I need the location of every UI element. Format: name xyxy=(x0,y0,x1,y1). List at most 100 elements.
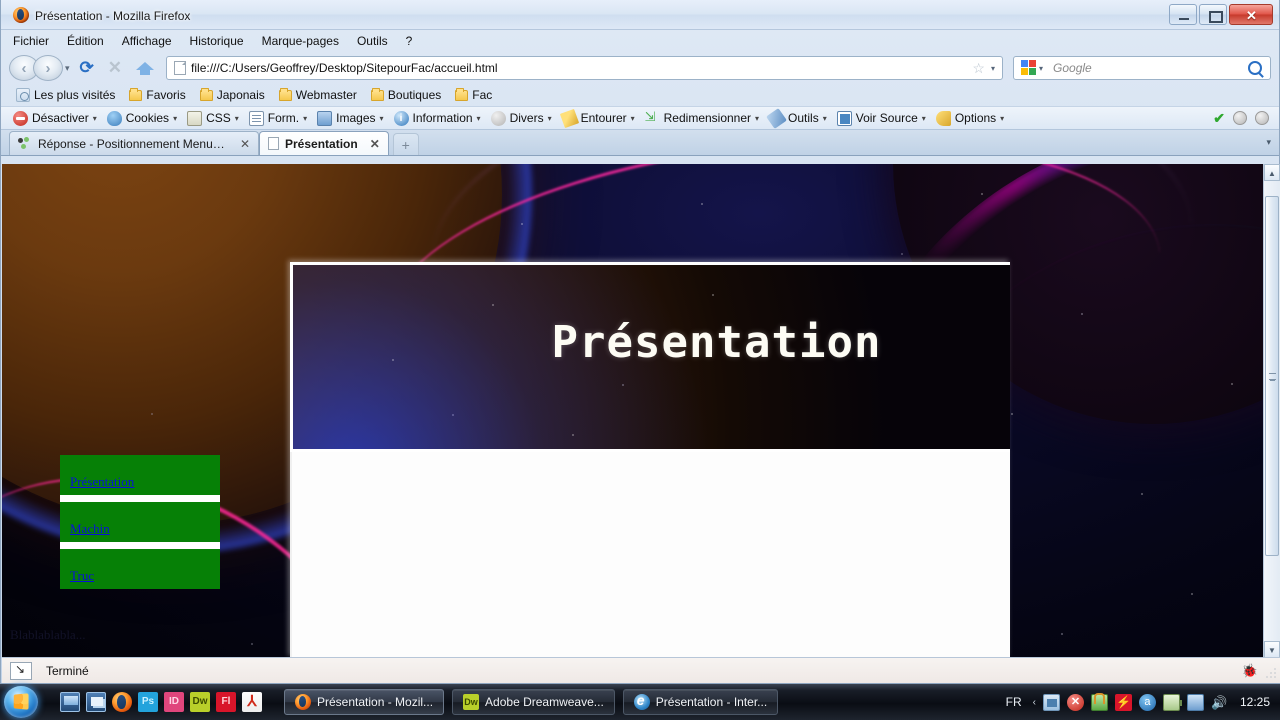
address-bar[interactable]: file:///C:/Users/Geoffrey/Desktop/Sitepo… xyxy=(166,56,1003,80)
devtool-desactiver[interactable]: Désactiver ▾ xyxy=(9,110,101,126)
search-bar[interactable]: ▾ Google xyxy=(1013,56,1271,80)
status-ball-icon-1[interactable] xyxy=(1233,111,1247,125)
maximize-button[interactable] xyxy=(1199,4,1227,25)
devtool-form[interactable]: Form. ▾ xyxy=(245,110,311,126)
menu-item-fichier[interactable]: Fichier xyxy=(13,34,49,48)
cookie-icon xyxy=(106,110,122,126)
flash-updater-icon[interactable]: ⚡ xyxy=(1114,693,1132,711)
nav-link-presentation[interactable]: Présentation xyxy=(60,455,220,495)
google-icon[interactable] xyxy=(1021,60,1037,76)
bookmark-label: Fac xyxy=(472,88,493,102)
search-input[interactable]: Google xyxy=(1053,61,1248,75)
firefox-icon xyxy=(295,694,311,710)
menu-item-marque-pages[interactable]: Marque-pages xyxy=(262,34,339,48)
devtool-information[interactable]: i Information ▾ xyxy=(390,110,485,126)
nav-link-truc[interactable]: Truc xyxy=(60,549,220,589)
stop-icon[interactable]: ✕ xyxy=(108,58,122,78)
devtool-outils[interactable]: Outils ▾ xyxy=(765,107,831,129)
forward-button[interactable]: › xyxy=(33,55,63,81)
status-ball-icon-2[interactable] xyxy=(1255,111,1269,125)
menu-item-help[interactable]: ? xyxy=(406,34,413,48)
bookmark-japonais[interactable]: Japonais xyxy=(195,87,270,102)
resize-grip[interactable] xyxy=(1265,668,1277,680)
indesign-icon[interactable]: ID xyxy=(164,692,184,712)
tab-label: Réponse - Positionnement Menu di... xyxy=(38,136,228,151)
bookmark-favoris[interactable]: Favoris xyxy=(124,87,190,102)
error-icon[interactable]: ✕ xyxy=(1066,693,1084,711)
devtool-voir-source[interactable]: Voir Source ▾ xyxy=(833,110,930,126)
bookmark-les-plus-visites[interactable]: Les plus visités xyxy=(11,88,120,102)
task-dreamweaver[interactable]: Dw Adobe Dreamweave... xyxy=(452,689,615,715)
minimize-button[interactable] xyxy=(1169,4,1197,25)
status-bar: Terminé 🐞 xyxy=(2,657,1280,683)
tab-close-icon[interactable]: ✕ xyxy=(240,137,250,151)
devtool-cookies[interactable]: Cookies ▾ xyxy=(103,110,181,126)
web-page: Présentation Présentation Machin Truc Bl… xyxy=(2,164,1263,658)
folder-icon xyxy=(199,87,213,101)
close-button[interactable]: ✕ xyxy=(1229,4,1273,25)
chevron-down-icon: ▾ xyxy=(303,113,308,123)
photoshop-icon[interactable]: Ps xyxy=(138,692,158,712)
acrobat-icon[interactable]: ⅄ xyxy=(242,692,262,712)
battery-icon[interactable] xyxy=(1162,693,1182,711)
scroll-up-arrow-icon[interactable]: ▲ xyxy=(1264,164,1280,181)
address-dropdown-icon[interactable]: ▾ xyxy=(991,64,995,73)
task-internet-explorer[interactable]: Présentation - Inter... xyxy=(622,689,779,715)
system-tray: FR ‹ ✕ ⚡ a 🔊 12:25 xyxy=(1006,692,1280,711)
devtool-css[interactable]: CSS ▾ xyxy=(183,110,243,126)
web-developer-toolbar: Désactiver ▾ Cookies ▾ CSS ▾ Form. ▾ Ima… xyxy=(1,106,1279,130)
language-indicator[interactable]: FR xyxy=(1006,695,1022,709)
bookmark-fac[interactable]: Fac xyxy=(450,87,497,102)
history-dropdown-icon[interactable]: ▾ xyxy=(65,63,70,74)
flash-icon[interactable]: Fl xyxy=(216,692,236,712)
tab-close-icon[interactable]: ✕ xyxy=(370,137,380,151)
bug-icon[interactable]: 🐞 xyxy=(1242,663,1258,679)
tab-presentation[interactable]: Présentation ✕ xyxy=(259,131,389,155)
outline-icon xyxy=(559,108,579,128)
bookmark-star-icon[interactable]: ☆ xyxy=(972,60,985,77)
search-icon[interactable] xyxy=(1248,61,1262,75)
scrollbar-thumb[interactable] xyxy=(1265,196,1279,556)
tab-reponse-positionnement[interactable]: Réponse - Positionnement Menu di... ✕ xyxy=(9,131,259,155)
menu-item-edition[interactable]: Édition xyxy=(67,34,104,48)
firefox-window: Présentation - Mozilla Firefox ✕ Fichier… xyxy=(0,0,1280,684)
devtool-options[interactable]: Options ▾ xyxy=(932,110,1008,126)
network-icon[interactable] xyxy=(1042,693,1060,711)
chevron-down-icon: ▾ xyxy=(379,113,384,123)
menu-item-affichage[interactable]: Affichage xyxy=(122,34,172,48)
nav-link-machin[interactable]: Machin xyxy=(60,502,220,542)
menu-item-historique[interactable]: Historique xyxy=(190,34,244,48)
switch-windows-icon[interactable] xyxy=(86,692,106,712)
scroll-down-arrow-icon[interactable]: ▼ xyxy=(1264,641,1280,658)
start-button[interactable] xyxy=(2,685,46,719)
search-engine-dropdown-icon[interactable]: ▾ xyxy=(1039,64,1043,73)
clock[interactable]: 12:25 xyxy=(1240,695,1270,709)
tab-list-dropdown-icon[interactable]: ▾ xyxy=(1266,137,1279,148)
tab-strip: Réponse - Positionnement Menu di... ✕ Pr… xyxy=(1,130,1279,156)
reload-icon[interactable]: ⟳ xyxy=(80,58,94,78)
security-icon[interactable] xyxy=(1090,692,1108,711)
firefox-icon[interactable] xyxy=(112,692,132,712)
bookmark-webmaster[interactable]: Webmaster xyxy=(274,87,362,102)
display-icon[interactable] xyxy=(1186,693,1204,711)
bookmark-boutiques[interactable]: Boutiques xyxy=(366,87,446,102)
show-desktop-icon[interactable] xyxy=(60,692,80,712)
status-text: Terminé xyxy=(46,663,89,678)
task-firefox[interactable]: Présentation - Mozil... xyxy=(284,689,445,715)
devtool-images[interactable]: Images ▾ xyxy=(313,110,387,126)
volume-icon[interactable]: 🔊 xyxy=(1211,694,1228,711)
home-icon[interactable] xyxy=(136,60,155,76)
page-scrollbar[interactable]: ▲ ▼ xyxy=(1263,164,1280,658)
address-bar-value: file:///C:/Users/Geoffrey/Desktop/Sitepo… xyxy=(191,61,498,75)
devtool-entourer[interactable]: Entourer ▾ xyxy=(558,108,639,128)
menu-item-outils[interactable]: Outils xyxy=(357,34,388,48)
dreamweaver-icon[interactable]: Dw xyxy=(190,692,210,712)
validation-check-icon[interactable]: ✔ xyxy=(1213,110,1225,127)
devtool-redimensionner[interactable]: Redimensionner ▾ xyxy=(641,109,763,126)
antivirus-icon[interactable]: a xyxy=(1138,693,1156,711)
show-hidden-icons-chevron[interactable]: ‹ xyxy=(1033,697,1036,708)
stop-loading-icon[interactable] xyxy=(10,661,32,680)
devtool-divers[interactable]: Divers ▾ xyxy=(487,110,556,126)
new-tab-button[interactable]: + xyxy=(392,133,419,155)
view-source-icon xyxy=(836,110,852,126)
